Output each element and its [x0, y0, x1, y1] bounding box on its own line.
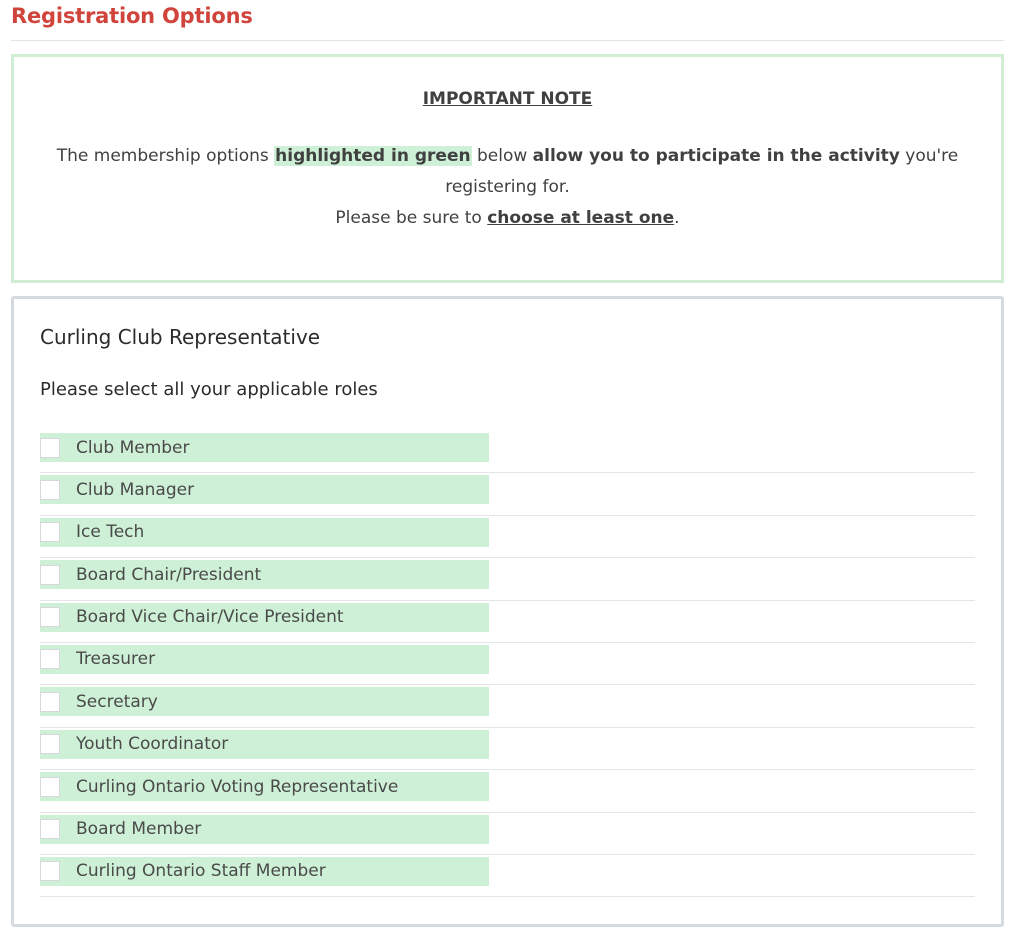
role-option-board-member[interactable]: Board Member	[40, 814, 489, 844]
role-row: Curling Ontario Voting Representative	[40, 770, 975, 813]
role-option-board-vice-chair[interactable]: Board Vice Chair/Vice President	[40, 602, 489, 632]
role-option-voting-representative[interactable]: Curling Ontario Voting Representative	[40, 772, 489, 802]
role-label: Club Manager	[76, 479, 195, 500]
role-label: Club Member	[76, 437, 190, 458]
note-line2-post: .	[674, 208, 680, 228]
note-text-mid: below	[471, 146, 533, 166]
role-checkbox[interactable]	[40, 649, 60, 670]
role-label: Curling Ontario Voting Representative	[76, 776, 399, 797]
important-note-box: IMPORTANT NOTE The membership options hi…	[11, 54, 1004, 283]
role-label: Secretary	[76, 691, 158, 712]
role-option-treasurer[interactable]: Treasurer	[40, 644, 489, 674]
role-option-secretary[interactable]: Secretary	[40, 687, 489, 717]
note-choose-at-least-one: choose at least one	[487, 208, 675, 228]
role-row: Treasurer	[40, 643, 975, 686]
role-checkbox[interactable]	[40, 607, 60, 628]
note-text: The membership options highlighted in gr…	[54, 141, 961, 234]
role-row: Board Vice Chair/Vice President	[40, 601, 975, 643]
role-row: Board Member	[40, 813, 975, 855]
card-title: Curling Club Representative	[40, 325, 321, 349]
role-option-board-chair[interactable]: Board Chair/President	[40, 560, 489, 590]
role-label: Ice Tech	[76, 522, 145, 543]
role-label: Board Chair/President	[76, 564, 262, 585]
role-row: Ice Tech	[40, 516, 975, 559]
role-option-youth-coordinator[interactable]: Youth Coordinator	[40, 729, 489, 759]
role-option-ice-tech[interactable]: Ice Tech	[40, 517, 489, 547]
role-row: Curling Ontario Staff Member	[40, 855, 975, 898]
role-checkbox[interactable]	[40, 691, 60, 712]
role-checkbox[interactable]	[40, 522, 60, 543]
role-row: Board Chair/President	[40, 558, 975, 601]
role-list: Club Member Club Manager Ice Tech Board …	[40, 431, 975, 898]
role-label: Youth Coordinator	[76, 734, 229, 755]
role-row: Club Manager	[40, 473, 975, 516]
role-row: Club Member	[40, 431, 975, 474]
role-label: Board Vice Chair/Vice President	[76, 607, 344, 628]
role-option-staff-member[interactable]: Curling Ontario Staff Member	[40, 856, 489, 886]
role-row: Youth Coordinator	[40, 728, 975, 771]
note-heading: IMPORTANT NOTE	[422, 89, 593, 109]
role-checkbox[interactable]	[40, 819, 60, 840]
note-text-pre: The membership options	[56, 146, 275, 166]
role-label: Treasurer	[76, 649, 156, 670]
role-row: Secretary	[40, 685, 975, 728]
role-label: Curling Ontario Staff Member	[76, 861, 326, 882]
role-checkbox[interactable]	[40, 734, 60, 755]
role-label: Board Member	[76, 819, 202, 840]
role-option-club-member[interactable]: Club Member	[40, 433, 489, 462]
note-text-bold: allow you to participate in the activity	[532, 146, 900, 166]
note-highlight-green: highlighted in green	[274, 146, 472, 166]
role-checkbox[interactable]	[40, 776, 60, 797]
role-checkbox[interactable]	[40, 437, 60, 458]
role-checkbox[interactable]	[40, 479, 60, 500]
card-subtitle: Please select all your applicable roles	[40, 379, 378, 400]
roles-card: Curling Club Representative Please selec…	[11, 296, 1004, 927]
role-checkbox[interactable]	[40, 861, 60, 882]
title-divider	[11, 40, 1004, 41]
role-option-club-manager[interactable]: Club Manager	[40, 475, 489, 505]
section-title: Registration Options	[11, 4, 253, 28]
note-line2-pre: Please be sure to	[335, 208, 488, 228]
role-checkbox[interactable]	[40, 564, 60, 585]
